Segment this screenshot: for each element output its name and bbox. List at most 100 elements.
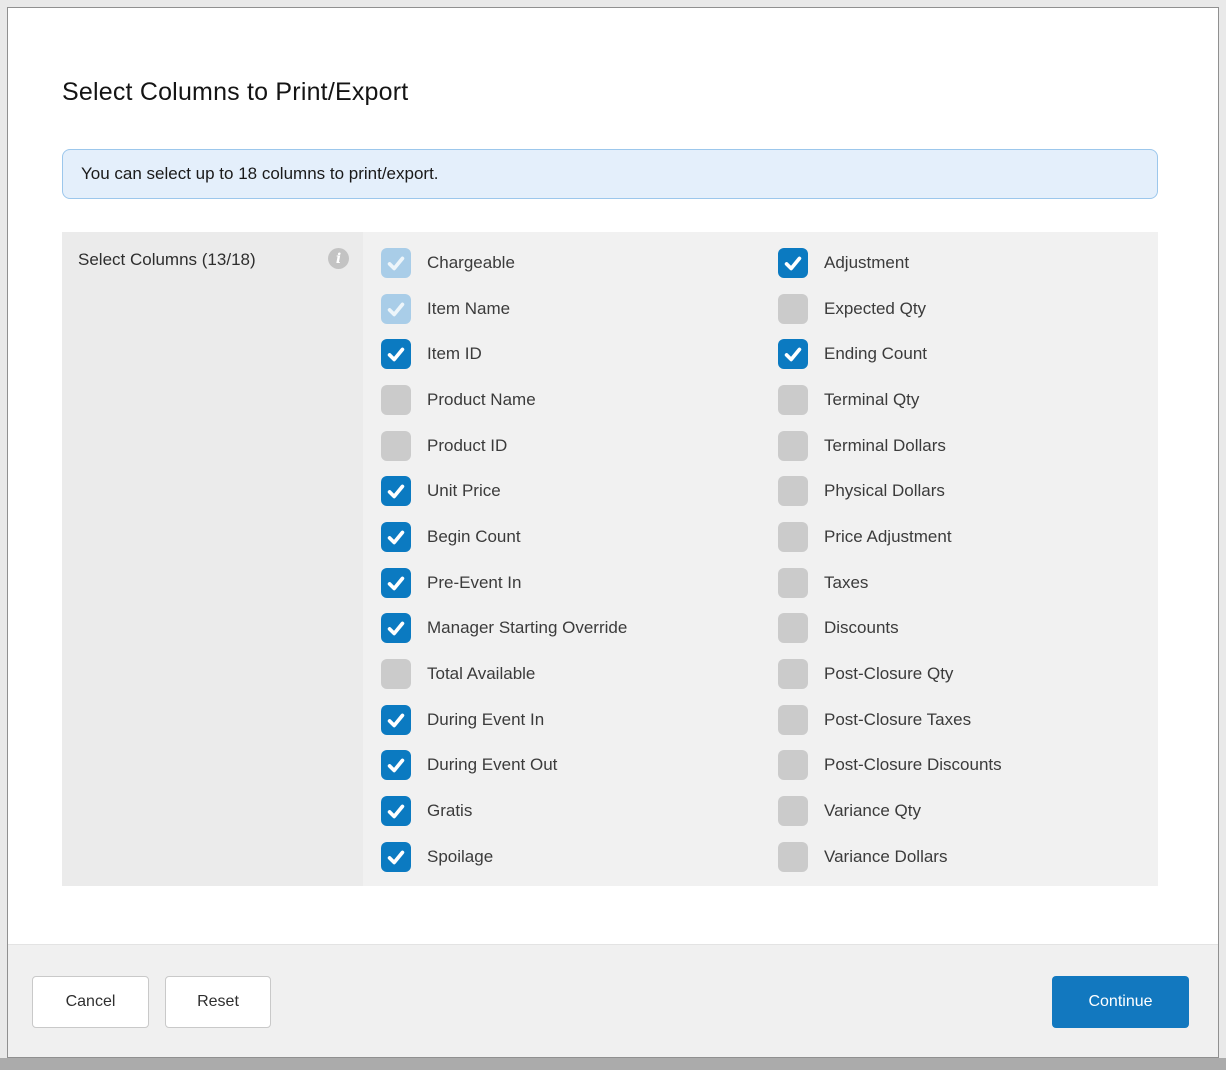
during-event-out-checkbox[interactable] — [381, 750, 411, 780]
chargeable-checkbox — [381, 248, 411, 278]
checkbox-label: Post-Closure Qty — [824, 664, 953, 684]
checkbox-label: Product Name — [427, 390, 536, 410]
dialog-footer: Cancel Reset Continue — [8, 944, 1218, 1057]
checkbox-area: Chargeable Item Name Item ID Product Name Pr… — [363, 232, 1158, 886]
checkbox-label: Physical Dollars — [824, 481, 945, 501]
checkbox-label: Adjustment — [824, 253, 909, 273]
ending-count-checkbox[interactable] — [778, 339, 808, 369]
checkbox-row: Adjustment — [778, 240, 1002, 286]
product-name-checkbox[interactable] — [381, 385, 411, 415]
post-closure-discounts-checkbox[interactable] — [778, 750, 808, 780]
post-closure-taxes-checkbox[interactable] — [778, 705, 808, 735]
column-selection-panel: Select Columns (13/18) i Chargeable Item … — [62, 232, 1158, 886]
item-name-checkbox — [381, 294, 411, 324]
terminal-dollars-checkbox[interactable] — [778, 431, 808, 461]
checkbox-row: Product ID — [381, 423, 778, 469]
checkbox-label: Terminal Dollars — [824, 436, 946, 456]
checkbox-label: Variance Qty — [824, 801, 921, 821]
checkbox-label: Total Available — [427, 664, 535, 684]
variance-qty-checkbox[interactable] — [778, 796, 808, 826]
checkbox-label: Manager Starting Override — [427, 618, 627, 638]
taxes-checkbox[interactable] — [778, 568, 808, 598]
checkbox-row: Pre-Event In — [381, 560, 778, 606]
checkbox-row: During Event Out — [381, 743, 778, 789]
checkbox-row: Post-Closure Discounts — [778, 743, 1002, 789]
checkbox-label: Taxes — [824, 573, 868, 593]
during-event-in-checkbox[interactable] — [381, 705, 411, 735]
gratis-checkbox[interactable] — [381, 796, 411, 826]
checkbox-row: During Event In — [381, 697, 778, 743]
checkbox-row: Terminal Qty — [778, 377, 1002, 423]
page-bottom-shadow — [0, 1058, 1226, 1070]
unit-price-checkbox[interactable] — [381, 476, 411, 506]
checkbox-label: During Event Out — [427, 755, 557, 775]
checkbox-row: Unit Price — [381, 468, 778, 514]
adjustment-checkbox[interactable] — [778, 248, 808, 278]
info-banner-text: You can select up to 18 columns to print… — [81, 164, 439, 184]
checkbox-row: Item Name — [381, 286, 778, 332]
checkbox-label: Gratis — [427, 801, 472, 821]
checkbox-label: Spoilage — [427, 847, 493, 867]
checkbox-label: During Event In — [427, 710, 544, 730]
product-id-checkbox[interactable] — [381, 431, 411, 461]
checkbox-label: Terminal Qty — [824, 390, 919, 410]
expected-qty-checkbox[interactable] — [778, 294, 808, 324]
panel-header: Select Columns (13/18) — [62, 232, 363, 270]
checkbox-label: Product ID — [427, 436, 507, 456]
checkbox-row: Post-Closure Qty — [778, 651, 1002, 697]
checkbox-row: Discounts — [778, 606, 1002, 652]
checkbox-row: Manager Starting Override — [381, 606, 778, 652]
discounts-checkbox[interactable] — [778, 613, 808, 643]
checkbox-row: Begin Count — [381, 514, 778, 560]
checkbox-label: Item ID — [427, 344, 482, 364]
variance-dollars-checkbox[interactable] — [778, 842, 808, 872]
checkbox-row: Expected Qty — [778, 286, 1002, 332]
checkbox-label: Chargeable — [427, 253, 515, 273]
checkbox-label: Post-Closure Taxes — [824, 710, 971, 730]
checkbox-row: Item ID — [381, 331, 778, 377]
checkbox-row: Physical Dollars — [778, 468, 1002, 514]
spoilage-checkbox[interactable] — [381, 842, 411, 872]
checkbox-label: Post-Closure Discounts — [824, 755, 1002, 775]
total-available-checkbox[interactable] — [381, 659, 411, 689]
checkbox-label: Variance Dollars — [824, 847, 947, 867]
checkbox-column-right: Adjustment Expected Qty Ending Count Termin… — [778, 240, 1002, 886]
checkbox-row: Variance Qty — [778, 788, 1002, 834]
post-closure-qty-checkbox[interactable] — [778, 659, 808, 689]
checkbox-row: Ending Count — [778, 331, 1002, 377]
checkbox-label: Pre-Event In — [427, 573, 522, 593]
info-icon[interactable]: i — [328, 248, 349, 269]
manager-starting-override-checkbox[interactable] — [381, 613, 411, 643]
checkbox-row: Total Available — [381, 651, 778, 697]
checkbox-row: Product Name — [381, 377, 778, 423]
page-background: Select Columns to Print/Export You can s… — [0, 0, 1226, 1070]
checkbox-label: Begin Count — [427, 527, 521, 547]
pre-event-in-checkbox[interactable] — [381, 568, 411, 598]
checkbox-row: Taxes — [778, 560, 1002, 606]
checkbox-label: Ending Count — [824, 344, 927, 364]
checkbox-row: Variance Dollars — [778, 834, 1002, 880]
select-columns-dialog: Select Columns to Print/Export You can s… — [7, 7, 1219, 1058]
checkbox-row: Terminal Dollars — [778, 423, 1002, 469]
item-id-checkbox[interactable] — [381, 339, 411, 369]
checkbox-label: Price Adjustment — [824, 527, 952, 547]
checkbox-row: Post-Closure Taxes — [778, 697, 1002, 743]
dialog-title: Select Columns to Print/Export — [62, 78, 408, 107]
checkbox-label: Item Name — [427, 299, 510, 319]
checkbox-row: Chargeable — [381, 240, 778, 286]
physical-dollars-checkbox[interactable] — [778, 476, 808, 506]
checkbox-row: Spoilage — [381, 834, 778, 880]
checkbox-row: Gratis — [381, 788, 778, 834]
terminal-qty-checkbox[interactable] — [778, 385, 808, 415]
cancel-button[interactable]: Cancel — [32, 976, 149, 1028]
price-adjustment-checkbox[interactable] — [778, 522, 808, 552]
panel-left: Select Columns (13/18) i — [62, 232, 363, 886]
reset-button[interactable]: Reset — [165, 976, 271, 1028]
continue-button[interactable]: Continue — [1052, 976, 1189, 1028]
checkbox-label: Unit Price — [427, 481, 501, 501]
checkbox-label: Expected Qty — [824, 299, 926, 319]
checkbox-column-left: Chargeable Item Name Item ID Product Name Pr… — [381, 240, 778, 886]
info-banner: You can select up to 18 columns to print… — [62, 149, 1158, 199]
checkbox-label: Discounts — [824, 618, 899, 638]
begin-count-checkbox[interactable] — [381, 522, 411, 552]
